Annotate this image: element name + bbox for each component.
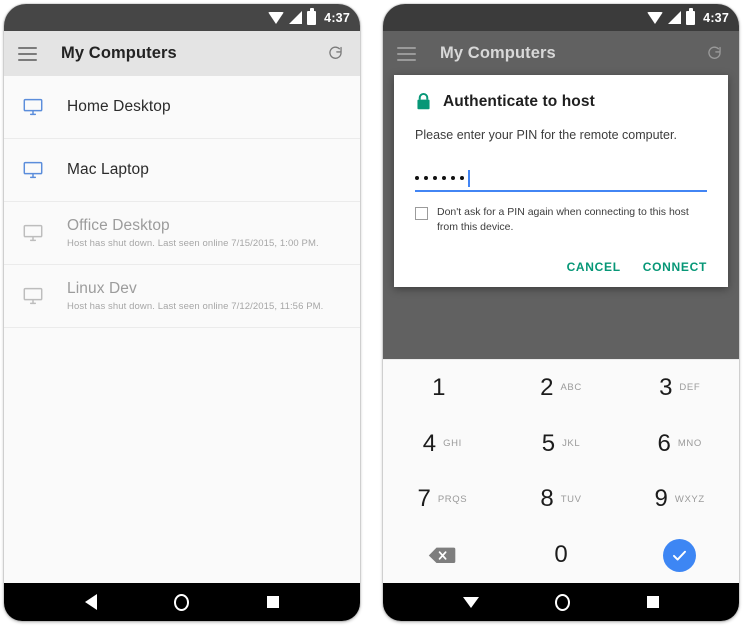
list-item[interactable]: Office Desktop Host has shut down. Last …: [4, 202, 360, 265]
key-5[interactable]: 5 JKL: [502, 416, 621, 472]
computer-name: Office Desktop: [67, 217, 170, 234]
key-letters: GHI: [443, 438, 462, 450]
lock-icon: [415, 92, 432, 111]
remember-pin-checkbox[interactable]: [415, 207, 428, 221]
text-caret: [468, 169, 470, 187]
key-submit[interactable]: [620, 527, 739, 583]
status-bar-clock: 4:37: [324, 10, 350, 25]
computer-status: Host has shut down. Last seen online 7/1…: [67, 238, 319, 249]
key-7[interactable]: 7 PRQS: [383, 472, 502, 528]
key-4[interactable]: 4 GHI: [383, 416, 502, 472]
key-letters: JKL: [562, 438, 581, 450]
computer-list: Home Desktop Mac Laptop Office Desktop H…: [4, 76, 360, 583]
recents-square-icon[interactable]: [646, 596, 659, 608]
app-bar-left: My Computers: [4, 31, 360, 76]
list-item-text: Linux Dev Host has shut down. Last seen …: [67, 280, 323, 312]
backspace-icon: [428, 546, 456, 565]
computer-status: Host has shut down. Last seen online 7/1…: [67, 301, 324, 312]
hamburger-icon[interactable]: [18, 46, 37, 61]
key-digit: 6: [657, 429, 671, 457]
key-backspace[interactable]: [383, 527, 502, 583]
cancel-button[interactable]: CANCEL: [567, 260, 621, 274]
monitor-icon: [22, 222, 46, 244]
wifi-icon: [268, 11, 285, 24]
key-3[interactable]: 3 DEF: [620, 360, 739, 416]
dismiss-keyboard-triangle-icon[interactable]: [463, 596, 480, 608]
connect-button[interactable]: CONNECT: [643, 260, 707, 274]
refresh-icon[interactable]: [324, 43, 346, 65]
key-letters: ABC: [560, 382, 582, 394]
key-9[interactable]: 9 WXYZ: [620, 472, 739, 528]
app-bar-right: My Computers: [383, 31, 739, 76]
pin-input[interactable]: [415, 166, 707, 193]
key-2[interactable]: 2 ABC: [502, 360, 621, 416]
hamburger-icon[interactable]: [397, 46, 416, 61]
home-circle-icon[interactable]: [555, 593, 571, 611]
signal-icon: [289, 11, 303, 24]
key-8[interactable]: 8 TUV: [502, 472, 621, 528]
computer-name: Mac Laptop: [67, 161, 149, 178]
phone-left: 4:37 My Computers Home Desktop Mac Lapto…: [4, 4, 360, 621]
monitor-icon: [22, 96, 46, 118]
monitor-icon: [22, 285, 46, 307]
status-bar-icons: [268, 8, 317, 25]
status-bar-icons: [647, 8, 696, 25]
computer-name: Linux Dev: [67, 280, 137, 297]
page-title: My Computers: [61, 44, 177, 62]
key-digit: 0: [554, 541, 568, 569]
refresh-icon[interactable]: [703, 43, 725, 65]
screenshot-stage: 4:37 My Computers Home Desktop Mac Lapto…: [0, 0, 743, 627]
status-bar-right: 4:37: [383, 4, 739, 31]
key-letters: TUV: [560, 493, 582, 505]
status-bar-clock: 4:37: [703, 10, 729, 25]
key-digit: 1: [432, 373, 446, 401]
nav-bar-left: [4, 583, 360, 621]
dialog-title: Authenticate to host: [443, 92, 595, 110]
key-1[interactable]: 1: [383, 360, 502, 416]
list-item-text: Office Desktop Host has shut down. Last …: [67, 217, 319, 249]
key-letters: DEF: [679, 382, 701, 394]
list-item-text: Mac Laptop: [67, 161, 149, 179]
wifi-icon: [647, 11, 664, 24]
signal-icon: [668, 11, 682, 24]
key-6[interactable]: 6 MNO: [620, 416, 739, 472]
remember-pin-row[interactable]: Don't ask for a PIN again when connectin…: [415, 205, 707, 235]
computer-name: Home Desktop: [67, 98, 171, 115]
check-icon: [663, 538, 697, 572]
list-item[interactable]: Home Desktop: [4, 76, 360, 139]
authenticate-dialog: Authenticate to host Please enter your P…: [394, 75, 728, 287]
key-digit: 8: [540, 485, 554, 513]
status-bar-left: 4:37: [4, 4, 360, 31]
key-digit: 2: [540, 373, 554, 401]
key-digit: 4: [422, 429, 437, 457]
remember-pin-label: Don't ask for a PIN again when connectin…: [437, 206, 689, 234]
page-title: My Computers: [440, 44, 556, 62]
key-digit: 3: [659, 373, 673, 401]
key-letters: WXYZ: [674, 493, 705, 505]
battery-icon: [307, 8, 317, 25]
battery-icon: [686, 8, 696, 25]
home-circle-icon[interactable]: [174, 593, 190, 611]
list-item-text: Home Desktop: [67, 98, 171, 116]
key-digit: 7: [417, 485, 431, 513]
key-digit: 5: [541, 429, 556, 457]
monitor-icon: [22, 159, 46, 181]
phone-right: 4:37 My Computers Authenticate to host P…: [383, 4, 739, 621]
dialog-message: Please enter your PIN for the remote com…: [415, 128, 677, 142]
key-digit: 9: [654, 485, 668, 513]
key-letters: MNO: [677, 438, 702, 450]
dialog-actions: CANCEL CONNECT: [415, 260, 707, 278]
pin-masked-value: [415, 176, 464, 181]
key-letters: PRQS: [437, 493, 468, 505]
recents-square-icon[interactable]: [267, 596, 280, 608]
numeric-keypad: 1 2 ABC 3 DEF 4 GHI 5 JKL 6 MNO 7 PRQS 8…: [383, 359, 739, 583]
dialog-header: Authenticate to host: [415, 92, 707, 111]
nav-bar-right: [383, 583, 739, 621]
dialog-scrim[interactable]: Authenticate to host Please enter your P…: [383, 75, 739, 359]
back-triangle-icon[interactable]: [84, 594, 97, 610]
list-item[interactable]: Mac Laptop: [4, 139, 360, 202]
list-item[interactable]: Linux Dev Host has shut down. Last seen …: [4, 265, 360, 328]
key-0[interactable]: 0: [502, 527, 621, 583]
